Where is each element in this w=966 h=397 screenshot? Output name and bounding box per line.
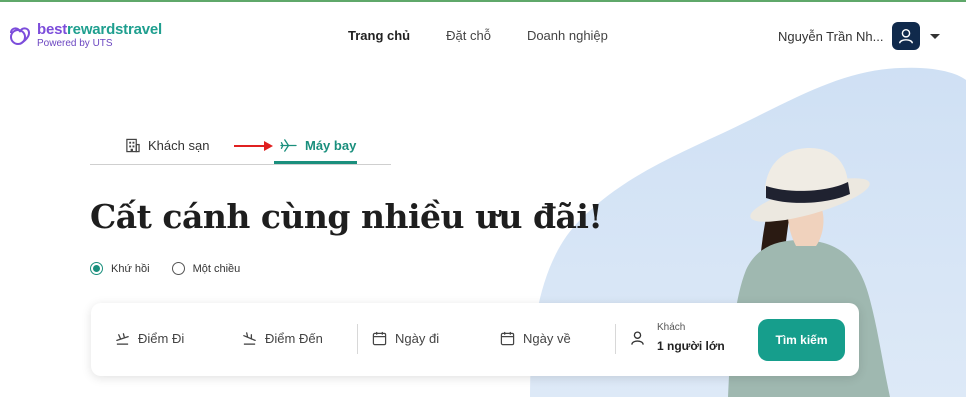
brand-subtitle: Powered by UTS [37, 38, 113, 49]
guests-selector[interactable]: Khách 1 người lớn [630, 322, 725, 353]
field-divider [615, 324, 616, 354]
brand-name: bestrewardstravel [37, 21, 163, 38]
building-icon [126, 138, 140, 153]
radio-round-trip-control[interactable] [90, 262, 103, 275]
active-tab-indicator [274, 161, 357, 164]
radio-one-way-label: Một chiều [192, 262, 241, 275]
guests-value: 1 người lớn [657, 339, 725, 353]
nav-item-home[interactable]: Trang chủ [348, 28, 410, 43]
tab-flight[interactable]: Máy bay [280, 138, 356, 153]
tab-hotel-label: Khách sạn [148, 138, 210, 153]
radio-one-way[interactable]: Một chiều [171, 262, 241, 275]
tab-flight-label: Máy bay [305, 138, 357, 153]
depart-date-placeholder: Ngày đi [395, 331, 440, 346]
field-divider [357, 324, 358, 354]
user-name: Nguyễn Trần Nh... [778, 28, 884, 44]
destination-field[interactable]: Điểm Đến [242, 331, 323, 346]
calendar-icon [372, 331, 387, 346]
nav-item-business[interactable]: Doanh nghiệp [527, 28, 608, 43]
avatar[interactable] [891, 22, 920, 50]
user-menu[interactable]: Nguyễn Trần Nh... [778, 22, 940, 50]
depart-date-field[interactable]: Ngày đi [372, 331, 439, 346]
user-icon [898, 28, 913, 44]
radio-round-trip[interactable]: Khứ hồi [90, 262, 150, 275]
radio-round-trip-label: Khứ hồi [111, 262, 150, 275]
page-title: Cất cánh cùng nhiều ưu đãi! [90, 197, 603, 236]
tab-hotel[interactable]: Khách sạn [125, 138, 209, 153]
destination-placeholder: Điểm Đến [265, 331, 323, 346]
calendar-icon [500, 331, 515, 346]
trip-type-selector: Khứ hồi Một chiều [90, 262, 240, 275]
person-icon [631, 330, 644, 345]
guests-label: Khách [657, 322, 686, 333]
radio-one-way-control[interactable] [171, 262, 185, 275]
flight-search-card: Điểm Đi Điểm Đến Ngày đi Ngày về Khách 1… [91, 303, 859, 376]
nav-item-bookings[interactable]: Đặt chỗ [446, 28, 491, 43]
return-date-placeholder: Ngày về [523, 331, 571, 346]
landing-icon [243, 332, 256, 345]
brand-logo[interactable]: bestrewardstravel Powered by UTS [7, 22, 162, 49]
airplane-icon [280, 139, 297, 152]
origin-placeholder: Điểm Đi [138, 331, 185, 346]
takeoff-icon [116, 333, 129, 345]
chevron-down-icon[interactable] [929, 33, 940, 39]
logo-mark-icon [10, 26, 31, 45]
search-button[interactable]: Tìm kiếm [758, 319, 845, 361]
origin-field[interactable]: Điểm Đi [115, 331, 184, 346]
main-nav: Trang chủ Đặt chỗ Doanh nghiệp [348, 28, 608, 43]
return-date-field[interactable]: Ngày về [500, 331, 571, 346]
annotation-arrow-icon [234, 141, 273, 151]
